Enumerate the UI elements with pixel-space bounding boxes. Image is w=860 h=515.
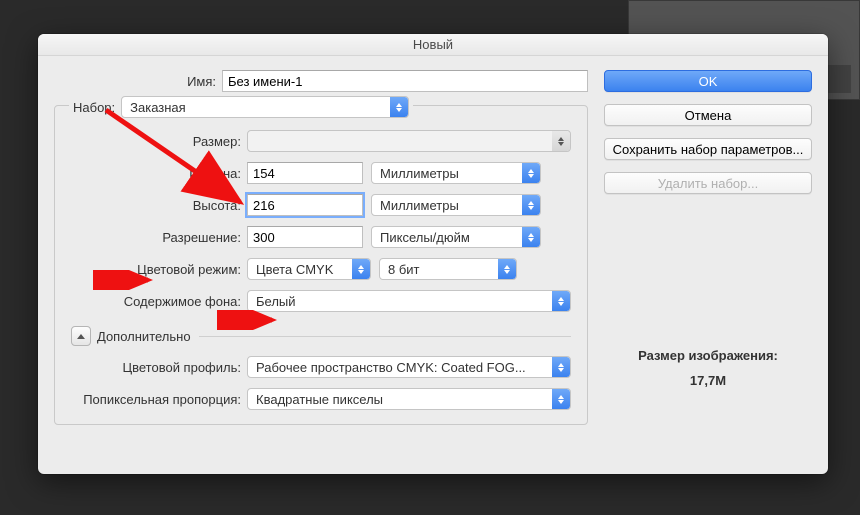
preset-label: Набор: xyxy=(73,100,115,115)
profile-label: Цветовой профиль: xyxy=(71,360,247,375)
profile-select[interactable]: Рабочее пространство CMYK: Coated FOG... xyxy=(247,356,571,378)
chevron-updown-icon xyxy=(352,259,370,279)
image-size-label: Размер изображения: xyxy=(604,344,812,369)
advanced-label: Дополнительно xyxy=(97,329,191,344)
ok-button[interactable]: OK xyxy=(604,70,812,92)
chevron-updown-icon xyxy=(498,259,516,279)
height-unit-value: Миллиметры xyxy=(380,198,459,213)
width-input[interactable] xyxy=(247,162,363,184)
resolution-unit-value: Пикселы/дюйм xyxy=(380,230,470,245)
height-label: Высота: xyxy=(71,198,247,213)
cancel-button[interactable]: Отмена xyxy=(604,104,812,126)
chevron-updown-icon xyxy=(522,227,540,247)
resolution-label: Разрешение: xyxy=(71,230,247,245)
colormode-value: Цвета CMYK xyxy=(256,262,333,277)
profile-value: Рабочее пространство CMYK: Coated FOG... xyxy=(256,360,526,375)
background-label: Содержимое фона: xyxy=(71,294,247,309)
preset-select[interactable]: Заказная xyxy=(121,96,409,118)
chevron-updown-icon xyxy=(552,389,570,409)
resolution-unit-select[interactable]: Пикселы/дюйм xyxy=(371,226,541,248)
preset-value: Заказная xyxy=(130,100,186,115)
pixelaspect-label: Попиксельная пропорция: xyxy=(71,392,247,407)
width-unit-select[interactable]: Миллиметры xyxy=(371,162,541,184)
chevron-updown-icon xyxy=(552,291,570,311)
resolution-input[interactable] xyxy=(247,226,363,248)
colormode-label: Цветовой режим: xyxy=(71,262,247,277)
size-label: Размер: xyxy=(71,134,247,149)
save-preset-button[interactable]: Сохранить набор параметров... xyxy=(604,138,812,160)
chevron-updown-icon xyxy=(552,357,570,377)
pixelaspect-select[interactable]: Квадратные пикселы xyxy=(247,388,571,410)
pixelaspect-value: Квадратные пикселы xyxy=(256,392,383,407)
width-unit-value: Миллиметры xyxy=(380,166,459,181)
chevron-updown-icon xyxy=(390,97,408,117)
chevron-updown-icon xyxy=(522,195,540,215)
size-select[interactable] xyxy=(247,130,571,152)
chevron-updown-icon xyxy=(552,131,570,151)
divider xyxy=(199,336,571,337)
dialog-title: Новый xyxy=(38,34,828,56)
width-label: Ширина: xyxy=(71,166,247,181)
background-select[interactable]: Белый xyxy=(247,290,571,312)
bitdepth-select[interactable]: 8 бит xyxy=(379,258,517,280)
name-input[interactable] xyxy=(222,70,588,92)
height-input[interactable] xyxy=(247,194,363,216)
bitdepth-value: 8 бит xyxy=(388,262,420,277)
colormode-select[interactable]: Цвета CMYK xyxy=(247,258,371,280)
image-size-value: 17,7M xyxy=(604,369,812,394)
advanced-disclosure-button[interactable] xyxy=(71,326,91,346)
new-document-dialog: Новый Имя: Набор: Заказная xyxy=(38,34,828,474)
height-unit-select[interactable]: Миллиметры xyxy=(371,194,541,216)
chevron-updown-icon xyxy=(522,163,540,183)
delete-preset-button[interactable]: Удалить набор... xyxy=(604,172,812,194)
name-label: Имя: xyxy=(182,74,216,89)
background-value: Белый xyxy=(256,294,296,309)
